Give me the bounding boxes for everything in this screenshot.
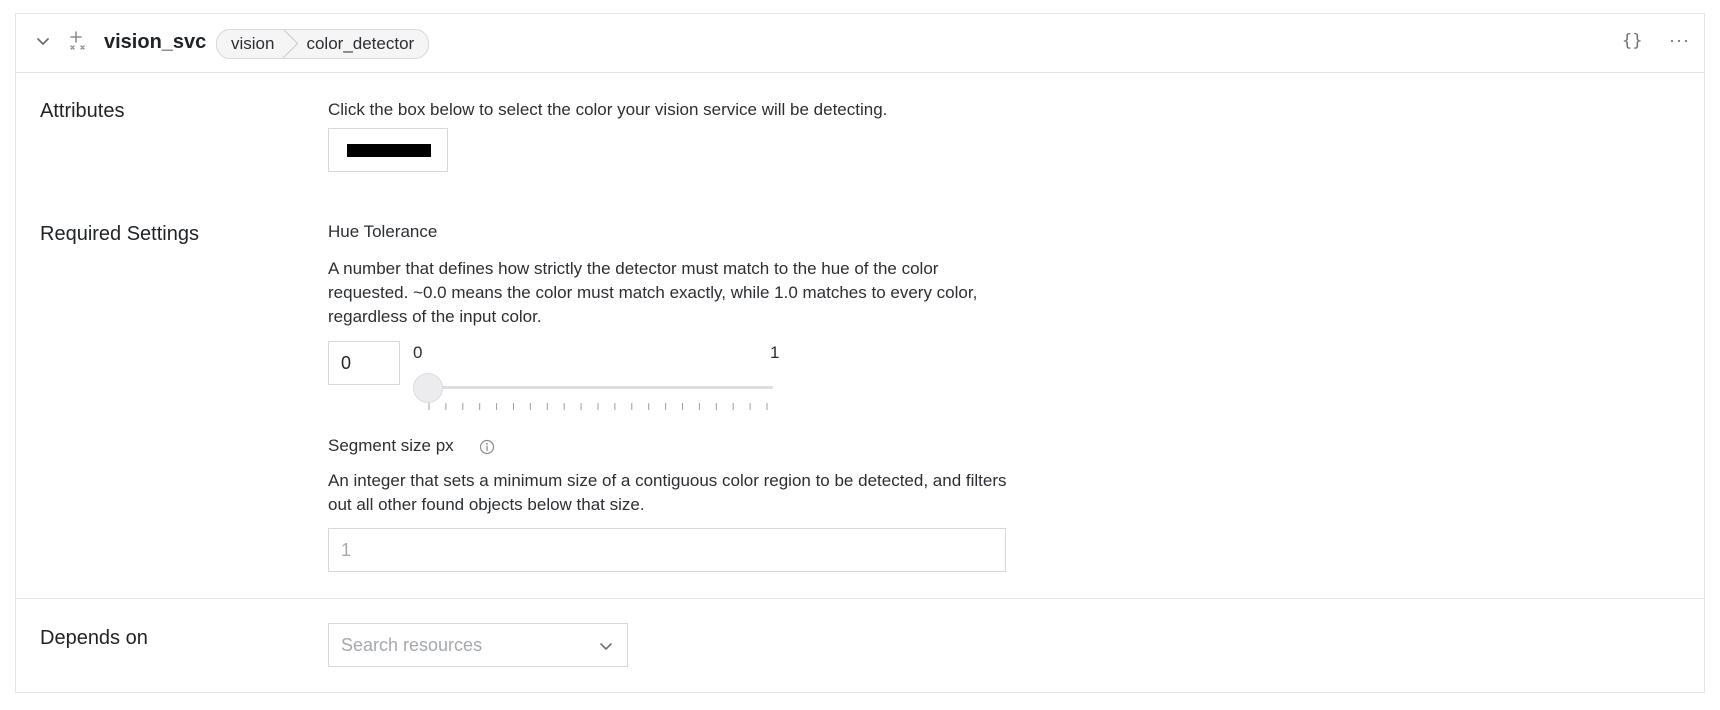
hue-tolerance-description: A number that defines how strictly the d… [328,259,978,326]
selected-color-swatch [347,144,431,157]
slider-min-label: 0 [413,343,423,362]
slider-max-label: 1 [770,343,780,362]
tag-api: vision [217,30,290,58]
section-divider [16,598,1704,599]
chevron-down-icon [600,643,612,650]
vision-service-card: vision_svc vision color_detector {} ··· … [15,13,1705,693]
color-picker-box[interactable] [328,128,448,172]
sparkle-icon [70,31,85,50]
breadcrumb-tags: vision color_detector [216,29,430,59]
slider-ticks [428,403,768,410]
attributes-description: Click the box below to select the color … [328,100,888,119]
attributes-label: Attributes [40,100,125,122]
segment-size-description: An integer that sets a minimum size of a… [328,471,1007,514]
hue-tolerance-input[interactable]: 0 [328,341,400,385]
chevron-down-icon[interactable] [36,34,50,48]
segment-size-input[interactable]: 1 [328,528,1006,572]
depends-on-label: Depends on [40,627,148,649]
hue-tolerance-slider-thumb[interactable] [413,373,443,403]
more-options-button[interactable]: ··· [1669,30,1690,51]
card-header: vision_svc vision color_detector {} ··· [16,14,1704,73]
segment-size-label: Segment size px [328,436,454,455]
tag-model: color_detector [306,34,415,53]
depends-on-placeholder: Search resources [341,635,483,655]
hue-tolerance-label: Hue Tolerance [328,222,438,241]
required-settings-label: Required Settings [40,223,199,245]
depends-on-select[interactable]: Search resources [328,623,628,667]
hue-tolerance-slider-track[interactable] [428,386,773,389]
json-view-button[interactable]: {} [1622,31,1642,51]
service-name: vision_svc [104,31,207,53]
info-icon[interactable] [479,439,495,455]
